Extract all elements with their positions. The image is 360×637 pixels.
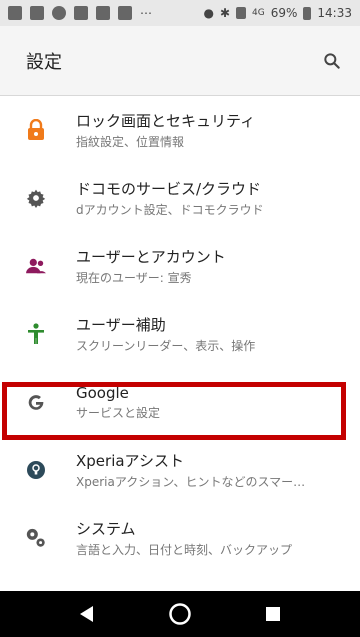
home-button[interactable] [167, 601, 193, 627]
status-system-icons: ● ✱ 4G 69% 14:33 [203, 6, 352, 20]
settings-item-title: Xperiaアシスト [76, 452, 184, 470]
bluetooth-icon: ✱ [219, 6, 231, 20]
users-icon [24, 254, 48, 278]
app-bar: 設定 [0, 26, 360, 96]
system-gears-icon [24, 526, 48, 550]
settings-item-title: ユーザー補助 [76, 316, 166, 334]
settings-item-subtitle: dアカウント設定、ドコモクラウド [76, 203, 264, 217]
settings-item-title: システム [76, 520, 136, 538]
settings-item-users-accounts[interactable]: ユーザーとアカウント 現在のユーザー: 宣秀 [0, 232, 360, 300]
settings-item-title: Google [76, 383, 129, 402]
accessibility-icon [24, 322, 48, 346]
xperia-assist-icon [24, 458, 48, 482]
notification-icon [96, 6, 110, 20]
status-bar: ⋯ ● ✱ 4G 69% 14:33 [0, 0, 360, 26]
settings-item-system[interactable]: システム 言語と入力、日付と時刻、バックアップ [0, 504, 360, 572]
recent-apps-icon [266, 607, 281, 621]
back-button[interactable] [74, 601, 100, 627]
settings-item-docomo-services[interactable]: ドコモのサービス/クラウド dアカウント設定、ドコモクラウド [0, 164, 360, 232]
vibrate-icon [236, 7, 247, 19]
settings-item-google[interactable]: Google サービスと設定 [0, 368, 360, 436]
search-icon [324, 52, 340, 69]
settings-item-subtitle: サービスと設定 [76, 405, 161, 420]
notification-icon [52, 6, 66, 20]
search-button[interactable] [320, 49, 344, 73]
battery-icon [303, 6, 312, 20]
signal-icon: 4G [252, 8, 265, 18]
navigation-bar [0, 591, 360, 637]
settings-item-title: ドコモのサービス/クラウド [76, 180, 262, 198]
shield-icon [74, 6, 88, 20]
battery-percent: 69% [270, 6, 298, 20]
google-g-icon [24, 390, 48, 414]
notification-icon [30, 6, 44, 20]
settings-list: ロック画面とセキュリティ 指紋設定、位置情報 ドコモのサービス/クラウド dアカ… [0, 96, 360, 572]
settings-item-subtitle: Xperiaアクション、ヒントなどのスマー… [76, 475, 306, 489]
settings-item-accessibility[interactable]: ユーザー補助 スクリーンリーダー、表示、操作 [0, 300, 360, 368]
settings-item-subtitle: スクリーンリーダー、表示、操作 [76, 339, 256, 353]
location-icon: ● [203, 6, 214, 20]
settings-item-title: ユーザーとアカウント [76, 248, 226, 266]
settings-item-subtitle: 指紋設定、位置情報 [76, 135, 185, 149]
back-icon [79, 606, 93, 622]
clock: 14:33 [317, 6, 352, 20]
home-icon [169, 603, 191, 625]
facebook-icon [118, 6, 132, 20]
more-notifications-icon: ⋯ [140, 6, 152, 20]
settings-item-xperia-assist[interactable]: Xperiaアシスト Xperiaアクション、ヒントなどのスマー… [0, 436, 360, 504]
settings-item-title: ロック画面とセキュリティ [76, 112, 256, 130]
status-notification-icons: ⋯ [8, 6, 203, 20]
page-title: 設定 [26, 51, 62, 73]
settings-item-lock-screen-security[interactable]: ロック画面とセキュリティ 指紋設定、位置情報 [0, 96, 360, 164]
notification-icon [8, 6, 22, 20]
lock-icon [24, 118, 48, 142]
settings-item-subtitle: 現在のユーザー: 宣秀 [76, 271, 192, 285]
settings-item-subtitle: 言語と入力、日付と時刻、バックアップ [76, 543, 293, 557]
gear-icon [24, 186, 48, 210]
recent-apps-button[interactable] [260, 601, 286, 627]
